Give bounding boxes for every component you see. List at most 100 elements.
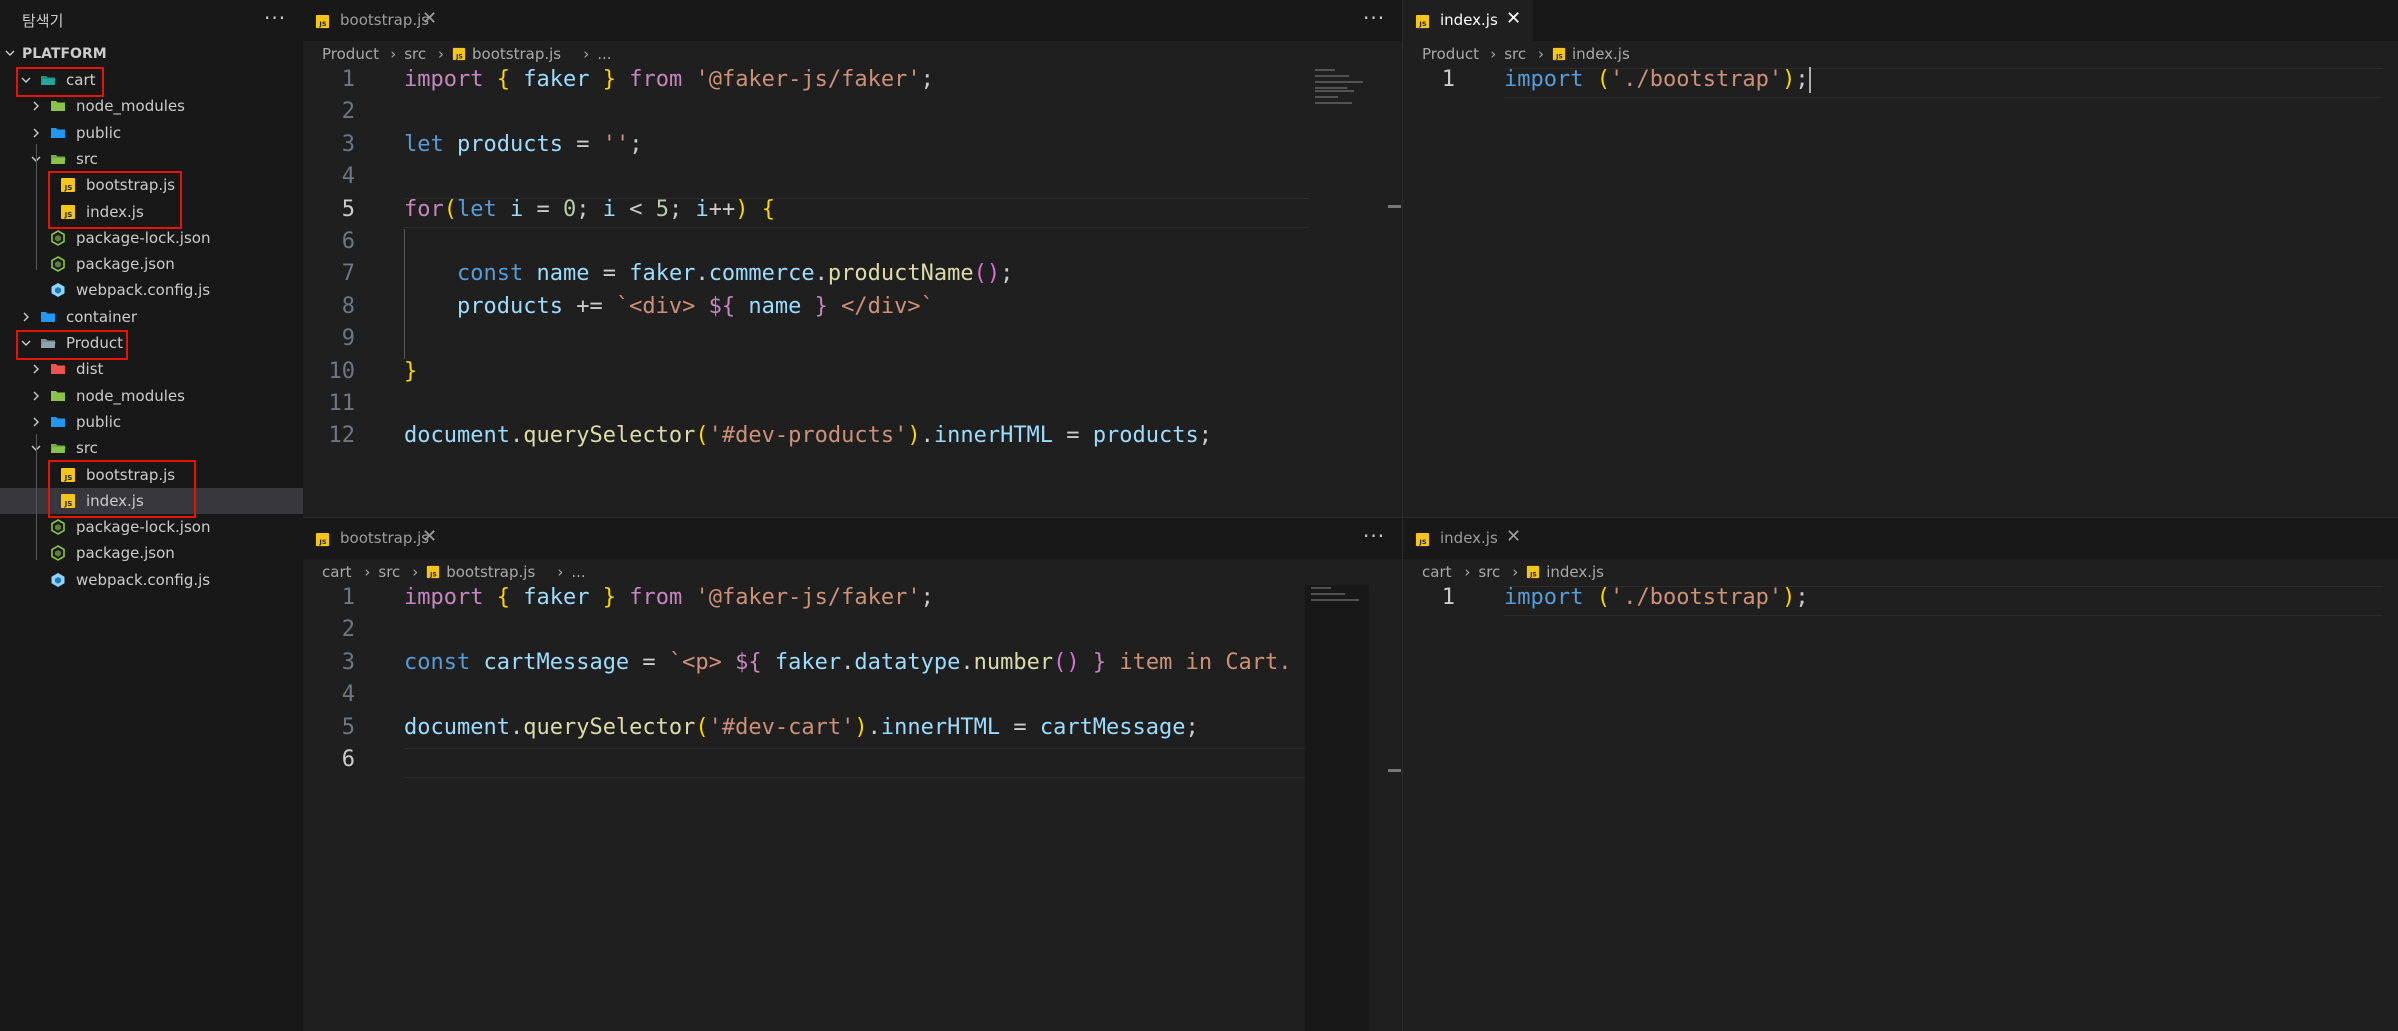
editor-cart-index[interactable]: JS index.js ✕ cart › src › JS index.js 1 import ('… bbox=[1403, 518, 2398, 1031]
scrollbar-thumb[interactable] bbox=[1388, 769, 1401, 772]
code-area[interactable]: 1 import { faker } from '@faker-js/faker'… bbox=[303, 67, 1402, 517]
breadcrumb-segment[interactable]: bootstrap.js bbox=[446, 563, 535, 581]
indent-guide bbox=[36, 144, 37, 270]
tab-bootstrap-js[interactable]: JS bootstrap.js ✕ bbox=[303, 0, 449, 41]
tree-item-node-modules[interactable]: node_modules bbox=[0, 93, 303, 119]
code-token: '#dev-cart' bbox=[708, 714, 855, 740]
js-file-icon: JS bbox=[315, 14, 330, 33]
editor-product-index[interactable]: JS index.js ✕ Product › src › JS index.js 1 import… bbox=[1403, 0, 2398, 517]
tab-index-js[interactable]: JS index.js ✕ bbox=[1403, 518, 1533, 559]
line-text: let products = ''; bbox=[404, 132, 642, 157]
line-number: 1 bbox=[341, 67, 355, 92]
code-line: 6 bbox=[303, 747, 1402, 779]
vertical-scrollbar[interactable] bbox=[1387, 585, 1402, 1031]
code-token: } bbox=[1092, 649, 1107, 675]
breadcrumb-segment[interactable]: src bbox=[1504, 45, 1526, 63]
line-number: 1 bbox=[341, 585, 355, 610]
breadcrumb-segment[interactable]: bootstrap.js bbox=[472, 45, 561, 63]
close-icon[interactable]: ✕ bbox=[422, 8, 437, 29]
code-area[interactable]: 1 import ('./bootstrap'); bbox=[1403, 67, 2398, 517]
scrollbar-thumb[interactable] bbox=[1388, 205, 1401, 208]
code-token: innerHTML bbox=[933, 423, 1054, 449]
breadcrumb-segment[interactable]: cart bbox=[1422, 563, 1452, 581]
code-token: . bbox=[509, 714, 524, 740]
tree-item-public[interactable]: public bbox=[0, 120, 303, 146]
tree-item-package-json[interactable]: package.json bbox=[0, 540, 303, 566]
code-token: ${ bbox=[735, 649, 762, 675]
explorer-sidebar: 탐색기 ··· PLATFORM cart node_modules public s… bbox=[0, 0, 303, 1031]
code-token: = bbox=[1000, 714, 1040, 740]
code-token: name bbox=[536, 261, 590, 287]
minimap[interactable] bbox=[1309, 67, 1373, 517]
code-token: import bbox=[1504, 585, 1584, 610]
code-token: . bbox=[695, 261, 709, 287]
code-token: import bbox=[404, 585, 484, 610]
code-token: ; bbox=[1795, 67, 1809, 92]
breadcrumb-segment[interactable]: ... bbox=[597, 45, 611, 63]
editor-tab-bar: JS bootstrap.js ✕ ··· bbox=[303, 0, 1402, 41]
code-token: document bbox=[404, 714, 510, 740]
tree-item-node-modules[interactable]: node_modules bbox=[0, 383, 303, 409]
breadcrumb-segment[interactable]: ... bbox=[571, 563, 585, 581]
code-token: = bbox=[562, 131, 603, 157]
vertical-scrollbar[interactable] bbox=[1387, 67, 1402, 517]
node-json-icon bbox=[50, 229, 66, 246]
code-area[interactable]: 1 import ('./bootstrap'); bbox=[1403, 585, 2398, 1031]
tree-item-label: node_modules bbox=[76, 386, 185, 405]
minimap[interactable] bbox=[1305, 585, 1369, 1031]
breadcrumb-segment[interactable]: Product bbox=[1422, 45, 1479, 63]
code-token: item in Cart. bbox=[1106, 649, 1292, 675]
tree-item-label: dist bbox=[76, 360, 104, 379]
tab-index-js[interactable]: JS index.js ✕ bbox=[1403, 0, 1533, 41]
node-json-icon bbox=[50, 256, 66, 273]
editor-more-actions-button[interactable]: ··· bbox=[1363, 6, 1385, 30]
close-icon[interactable]: ✕ bbox=[1506, 8, 1521, 29]
code-token: querySelector bbox=[523, 423, 696, 449]
tree-item-webpack-config-js[interactable]: webpack.config.js bbox=[0, 567, 303, 593]
tree-item-label: webpack.config.js bbox=[76, 570, 211, 589]
breadcrumb-segment[interactable]: src bbox=[404, 45, 426, 63]
code-token: () bbox=[1053, 649, 1080, 675]
minimap-line bbox=[1311, 587, 1331, 589]
code-token: innerHTML bbox=[880, 714, 1001, 740]
breadcrumb-segment[interactable]: index.js bbox=[1546, 563, 1604, 581]
code-line: 2 bbox=[303, 99, 1402, 131]
code-token: `<p> bbox=[668, 649, 736, 675]
tree-item-public[interactable]: public bbox=[0, 409, 303, 435]
editor-more-actions-button[interactable]: ··· bbox=[1363, 524, 1385, 548]
code-token: productName bbox=[827, 261, 974, 287]
code-token: ; bbox=[576, 196, 603, 222]
highlight-box bbox=[48, 460, 196, 518]
code-token: 5 bbox=[655, 196, 669, 222]
breadcrumb-segment[interactable]: index.js bbox=[1572, 45, 1630, 63]
code-area[interactable]: 1 import { faker } from '@faker-js/faker'… bbox=[303, 585, 1402, 1031]
code-token: number bbox=[973, 649, 1054, 675]
editor-cart-bootstrap[interactable]: JS bootstrap.js ✕ ··· cart › src › JS bootstrap.j… bbox=[303, 518, 1402, 1031]
tree-item-package-json[interactable]: package.json bbox=[0, 251, 303, 277]
breadcrumb-segment[interactable]: src bbox=[378, 563, 400, 581]
tree-item-dist[interactable]: dist bbox=[0, 356, 303, 382]
tree-item-webpack-config-js[interactable]: webpack.config.js bbox=[0, 277, 303, 303]
minimap-line bbox=[1315, 75, 1349, 77]
line-number: 4 bbox=[341, 682, 355, 708]
code-token: const bbox=[456, 261, 524, 287]
breadcrumb-segment[interactable]: cart bbox=[322, 563, 352, 581]
code-token: . bbox=[841, 649, 855, 675]
tree-item-src[interactable]: src bbox=[0, 435, 303, 461]
workspace-root[interactable]: PLATFORM bbox=[0, 44, 303, 66]
editor-product-bootstrap[interactable]: JS bootstrap.js ✕ ··· Product › src › JS bootstra… bbox=[303, 0, 1402, 517]
tab-bootstrap-js[interactable]: JS bootstrap.js ✕ bbox=[303, 518, 449, 559]
highlight-box bbox=[16, 67, 104, 97]
tree-item-src[interactable]: src bbox=[0, 146, 303, 172]
breadcrumb-segment[interactable]: src bbox=[1478, 563, 1500, 581]
tree-item-container[interactable]: container bbox=[0, 304, 303, 330]
breadcrumb-segment[interactable]: Product bbox=[322, 45, 379, 63]
explorer-more-button[interactable]: ··· bbox=[264, 6, 286, 30]
line-number: 6 bbox=[341, 229, 355, 254]
close-icon[interactable]: ✕ bbox=[1506, 526, 1521, 547]
close-icon[interactable]: ✕ bbox=[422, 526, 437, 547]
